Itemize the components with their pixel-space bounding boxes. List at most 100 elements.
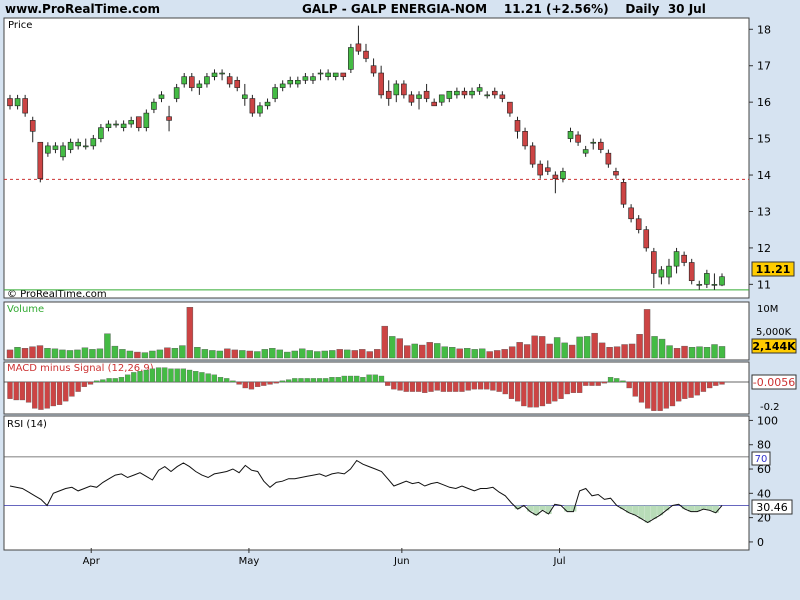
- volume-bar: [381, 325, 388, 359]
- volume-bar: [344, 349, 351, 359]
- volume-bar: [366, 351, 373, 359]
- candle-body: [590, 141, 597, 144]
- candle-body: [507, 101, 513, 114]
- volume-bar: [29, 346, 36, 359]
- macd-bar: [354, 375, 360, 383]
- candle-body: [196, 83, 203, 88]
- macd-bar: [347, 375, 354, 383]
- candle-body: [98, 127, 104, 139]
- candle-body: [598, 141, 604, 150]
- macd-bar: [614, 378, 620, 383]
- volume-bar: [89, 349, 96, 359]
- macd-bar: [50, 381, 56, 407]
- price-tick-label: 12: [757, 242, 771, 255]
- candle-body: [113, 123, 119, 126]
- candle-body: [476, 87, 483, 92]
- macd-bar: [570, 381, 577, 393]
- candle-body: [567, 131, 574, 139]
- candle-body: [67, 141, 74, 150]
- macd-bar: [81, 381, 87, 387]
- candle-body: [302, 76, 309, 81]
- volume-bar: [149, 350, 156, 359]
- candle-body: [128, 120, 134, 125]
- volume-bar: [74, 349, 81, 359]
- macd-bar: [230, 380, 236, 383]
- macd-bar: [335, 377, 341, 383]
- macd-bar: [298, 378, 304, 383]
- rsi-tick-label: 80: [757, 439, 771, 452]
- macd-bar: [682, 381, 688, 399]
- volume-bar: [374, 349, 381, 359]
- candle-body: [234, 80, 241, 88]
- volume-bar: [194, 347, 201, 359]
- macd-bar: [521, 381, 527, 407]
- volume-bar: [538, 336, 546, 359]
- macd-bar: [391, 381, 397, 390]
- macd-bar: [19, 381, 26, 401]
- candle-body: [560, 171, 566, 179]
- macd-bar: [465, 381, 471, 391]
- macd-bar: [409, 381, 416, 392]
- macd-bar: [329, 377, 335, 383]
- macd-bar: [248, 381, 255, 390]
- volume-bar: [44, 348, 51, 359]
- macd-bar: [415, 381, 422, 392]
- macd-bar: [366, 374, 372, 383]
- macd-bar: [638, 381, 645, 403]
- macd-bar: [186, 369, 193, 383]
- last-price-badge-label: 11.21: [756, 263, 791, 276]
- candle-body: [355, 43, 362, 52]
- macd-bar: [199, 372, 205, 383]
- candle-body: [249, 98, 256, 114]
- macd-bar: [496, 381, 502, 392]
- macd-bar: [292, 378, 298, 383]
- macd-bar: [155, 367, 162, 383]
- rsi-tick-label: 0: [757, 536, 764, 549]
- watermark: © ProRealTime.com: [7, 289, 107, 300]
- candle-body: [461, 90, 468, 96]
- volume-bar: [643, 309, 651, 359]
- macd-bar: [224, 378, 230, 383]
- volume-bar: [673, 348, 681, 359]
- candle-body: [219, 72, 225, 75]
- macd-bar: [44, 381, 50, 409]
- price-tick-label: 15: [757, 133, 771, 146]
- volume-tick-label: 10M: [757, 304, 778, 315]
- price-tick-label: 18: [757, 23, 771, 36]
- candle-body: [408, 94, 415, 103]
- macd-bar: [422, 381, 428, 393]
- candle-body: [704, 273, 710, 285]
- macd-bar: [620, 380, 626, 383]
- last-volume-badge-label: 2,144K: [752, 340, 796, 353]
- macd-bar: [471, 381, 477, 390]
- volume-bar: [696, 346, 703, 359]
- candle-body: [90, 138, 97, 147]
- candle-body: [158, 94, 165, 99]
- date-tick-label: Jul: [552, 556, 565, 567]
- macd-bar: [285, 379, 292, 383]
- volume-bar: [396, 338, 403, 359]
- rsi-70-badge-label: 70: [755, 454, 768, 465]
- candle-body: [75, 141, 81, 147]
- macd-bar: [533, 381, 539, 408]
- macd-bar: [490, 381, 496, 391]
- macd-bar: [143, 369, 149, 383]
- macd-bar: [502, 381, 508, 395]
- macd-bar: [508, 381, 515, 399]
- volume-bar: [463, 348, 471, 359]
- macd-bar: [180, 368, 187, 383]
- volume-bar: [156, 349, 164, 359]
- macd-bar: [372, 374, 378, 383]
- macd-bar: [304, 378, 310, 383]
- volume-bar: [111, 345, 119, 359]
- macd-bar: [713, 381, 719, 386]
- volume-bar: [269, 348, 276, 359]
- candle-body: [416, 94, 422, 99]
- volume-bar: [104, 333, 111, 359]
- rsi-panel: [3, 415, 750, 551]
- volume-bar: [254, 351, 261, 359]
- candle-body: [60, 145, 66, 158]
- candle-body: [514, 120, 521, 132]
- macd-bar: [255, 381, 261, 387]
- candle-body: [82, 145, 89, 148]
